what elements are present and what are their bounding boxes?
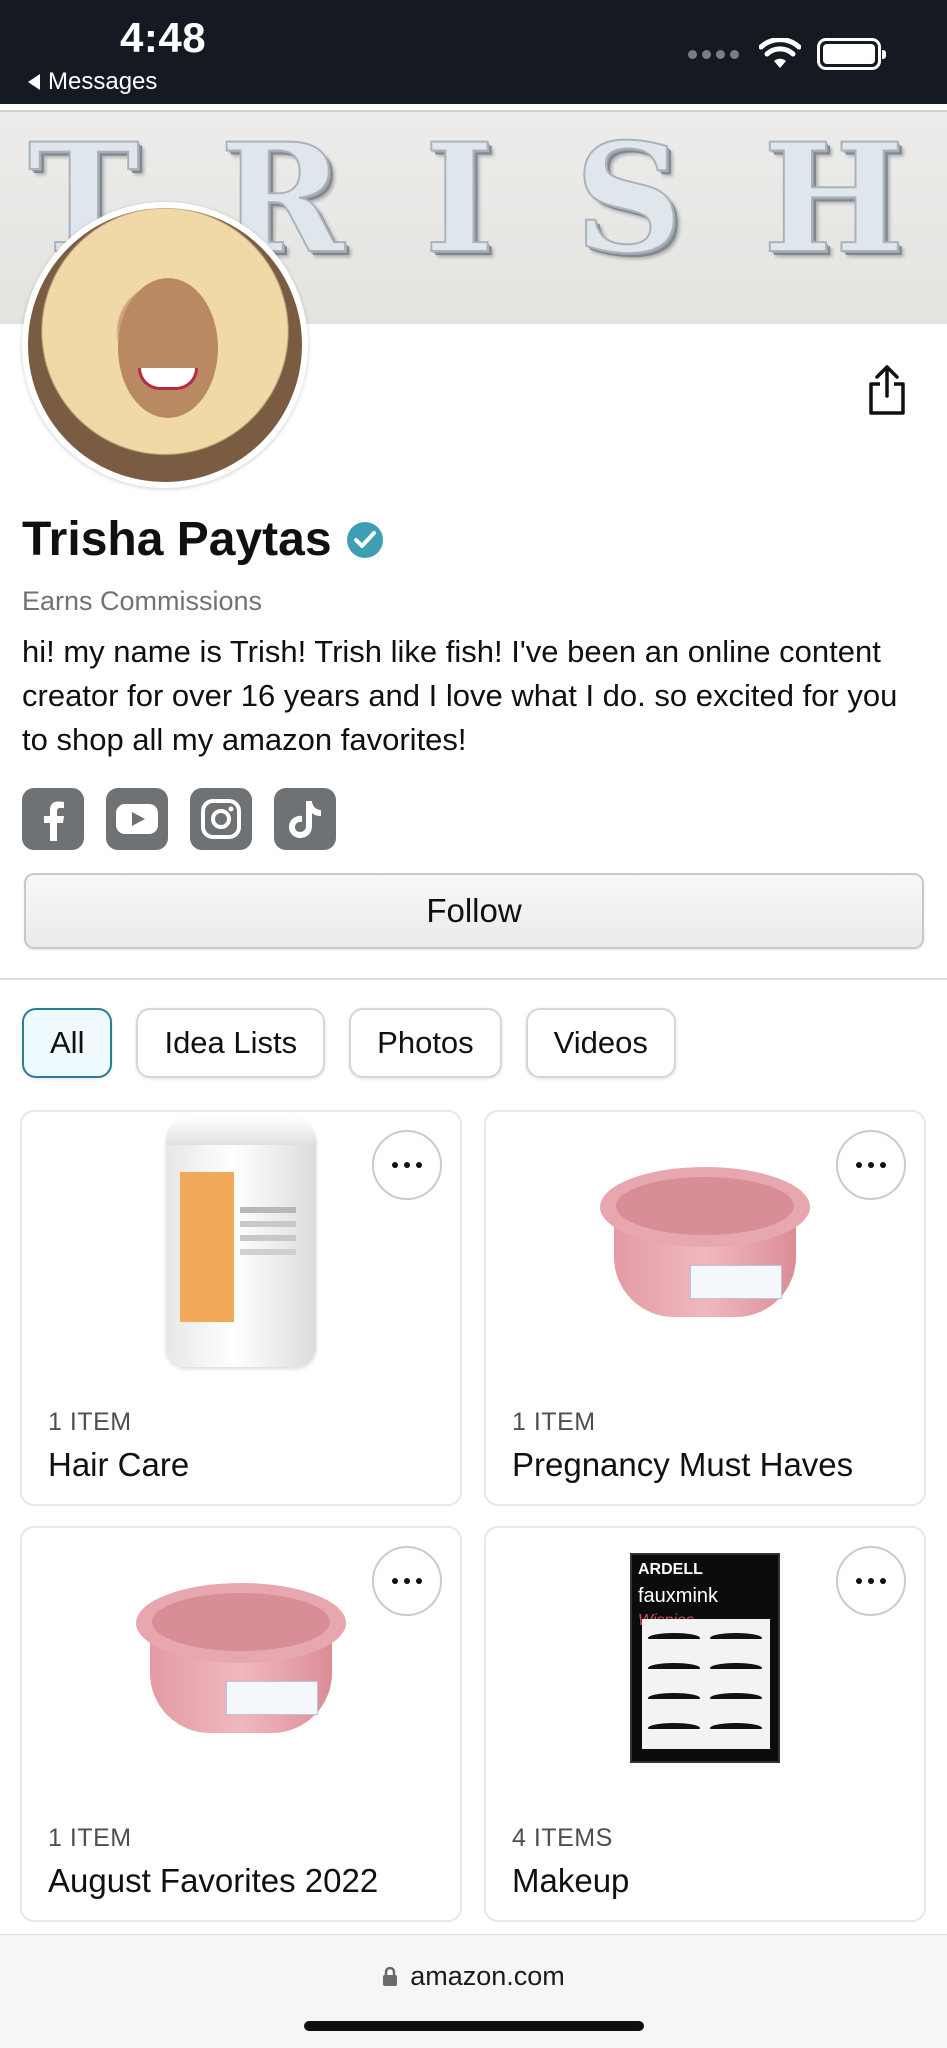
profile-name-row: Trisha Paytas [22,512,384,567]
status-time: 4:48 [120,14,207,61]
status-bar: 4:48 Messages [0,0,947,104]
tab-videos[interactable]: Videos [525,1008,676,1078]
follow-button[interactable]: Follow [24,873,924,949]
share-button[interactable] [860,360,914,420]
instagram-icon [201,799,241,839]
tiktok-link[interactable] [274,788,336,850]
list-title: Hair Care [48,1446,190,1483]
profile-name: Trisha Paytas [22,513,332,566]
tab-photos[interactable]: Photos [349,1008,502,1078]
idea-list-card-makeup[interactable]: ARDELL fauxmink Wispies 4 ITEMS Makeup [484,1526,926,1922]
section-divider [0,978,947,980]
idea-list-card-hair-care[interactable]: 1 ITEM Hair Care [20,1110,462,1506]
item-count: 1 ITEM [512,1408,596,1436]
idea-list-card-august-favorites-2022[interactable]: 1 ITEM August Favorites 2022 [20,1526,462,1922]
tab-all[interactable]: All [22,1008,113,1078]
more-options-button[interactable] [836,1546,906,1616]
lash-brand-text: ARDELL [638,1561,703,1578]
avatar [22,202,308,488]
youtube-link[interactable] [106,788,168,850]
hair-mask-jar-image [166,1117,316,1367]
foot-basin-image [600,1167,810,1317]
home-indicator[interactable] [304,2021,644,2031]
item-count: 4 ITEMS [512,1824,613,1852]
more-options-button[interactable] [372,1546,442,1616]
item-count: 1 ITEM [48,1408,132,1436]
back-label: Messages [48,68,158,95]
idea-list-card-pregnancy-must-haves[interactable]: 1 ITEM Pregnancy Must Haves [484,1110,926,1506]
list-title: Makeup [512,1862,630,1899]
profile-bio: hi! my name is Trish! Trish like fish! I… [22,634,898,757]
list-title: Pregnancy Must Haves [512,1446,854,1483]
foot-basin-image [136,1583,346,1733]
share-icon [869,365,905,415]
filter-tabs: All Idea Lists Photos Videos [22,1008,676,1078]
youtube-icon [116,804,158,834]
earns-commissions-label: Earns Commissions [22,586,263,616]
cellular-signal-icon [688,49,739,59]
social-links [22,788,336,850]
tab-idea-lists[interactable]: Idea Lists [136,1008,326,1078]
url-text: amazon.com [410,1961,565,1991]
address-bar[interactable]: amazon.com [0,1961,947,1992]
lock-icon [383,1966,398,1986]
instagram-link[interactable] [190,788,252,850]
back-arrow-icon [28,74,40,90]
list-title: August Favorites 2022 [48,1862,379,1899]
tiktok-icon [289,801,321,838]
more-options-button[interactable] [836,1130,906,1200]
more-options-button[interactable] [372,1130,442,1200]
facebook-link[interactable] [22,788,84,850]
wifi-icon [759,38,801,68]
status-icons [688,38,886,70]
lash-box-image: ARDELL fauxmink Wispies [630,1553,780,1763]
facebook-icon [44,801,64,841]
battery-icon [817,38,886,70]
verified-badge-icon [346,521,383,558]
browser-bottom-bar: amazon.com [0,1934,947,2048]
item-count: 1 ITEM [48,1824,132,1852]
back-to-messages-link[interactable]: Messages [28,68,157,96]
